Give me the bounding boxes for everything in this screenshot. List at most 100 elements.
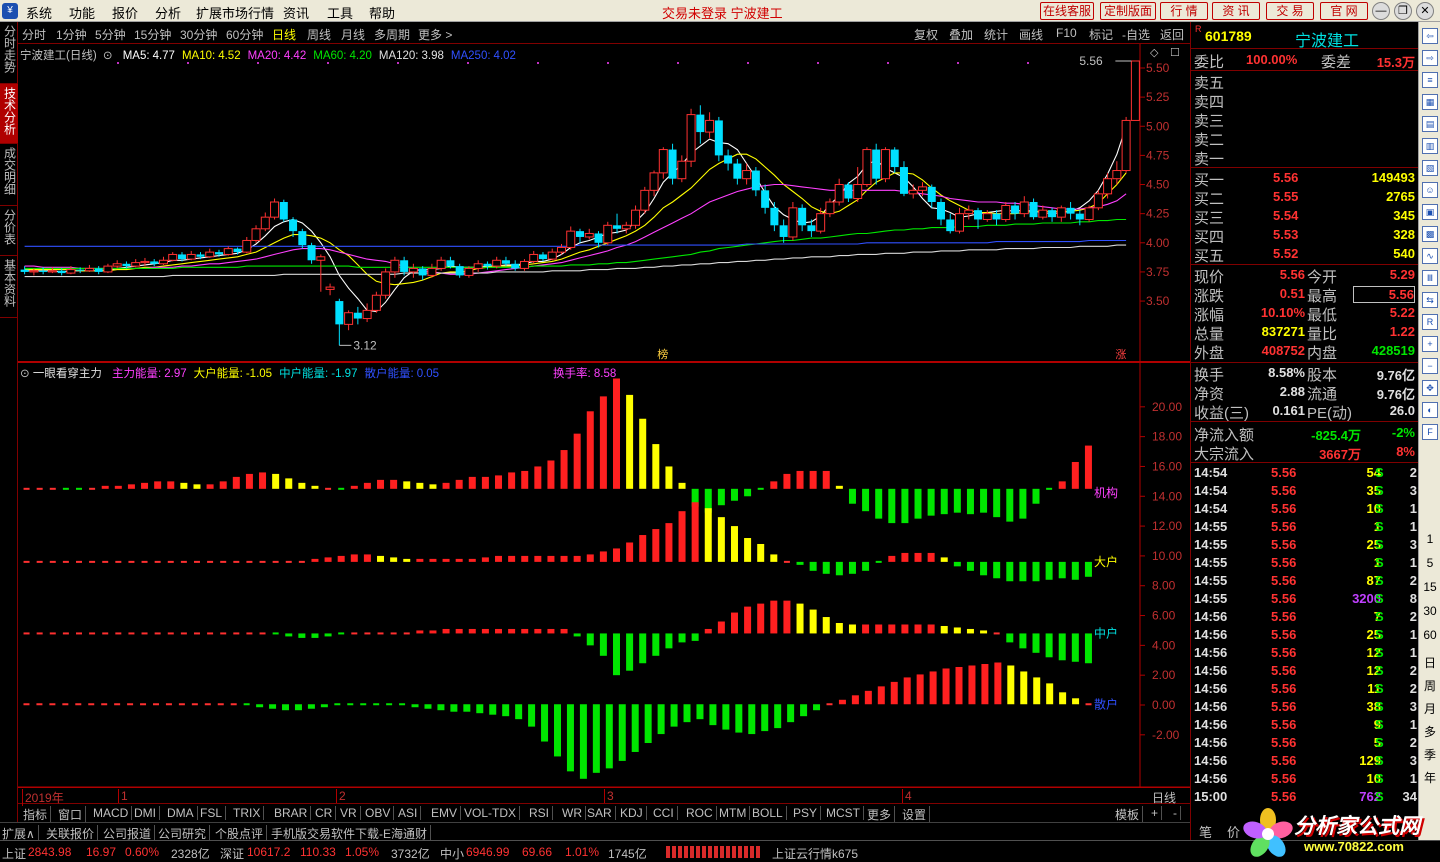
indicator-tab-fsl[interactable]: FSL xyxy=(197,806,227,820)
rsi-icon[interactable]: R xyxy=(1422,314,1438,330)
sz-index-name[interactable]: 深证 xyxy=(220,845,244,862)
indicator-tab-cci[interactable]: CCI xyxy=(650,806,678,820)
indicator-tab-roc[interactable]: ROC xyxy=(683,806,717,820)
kline-icon[interactable]: Ⅲ xyxy=(1422,270,1438,286)
close-icon[interactable]: ✕ xyxy=(1416,2,1434,20)
indicator-tab-dmi[interactable]: DMI xyxy=(131,806,160,820)
period-shortcut-60[interactable]: 60 xyxy=(1419,628,1440,642)
spin-icon[interactable]: ◐ xyxy=(1422,402,1438,418)
period-daily[interactable]: 日线 xyxy=(272,26,296,43)
tool-rights[interactable]: 复权 xyxy=(914,26,938,43)
compare-icon[interactable]: ⇆ xyxy=(1422,292,1438,308)
tick-mode-label[interactable]: 笔 xyxy=(1199,822,1212,841)
grid-icon[interactable]: ▤ xyxy=(1422,116,1438,132)
zoom-out-icon[interactable]: − xyxy=(1422,358,1438,374)
indicator-tab-vol-tdx[interactable]: VOL-TDX xyxy=(461,806,521,820)
news-icon[interactable]: ▧ xyxy=(1422,160,1438,176)
f5-icon[interactable]: ▩ xyxy=(1422,226,1438,242)
menu-tools[interactable]: 工具 xyxy=(327,3,353,22)
calendar-icon[interactable]: ▣ xyxy=(1422,204,1438,220)
period-shortcut-15[interactable]: 15 xyxy=(1419,580,1440,594)
indicator-tab-窗口[interactable]: 窗口 xyxy=(55,806,87,823)
table-icon[interactable]: ▦ xyxy=(1422,94,1438,110)
period-shortcut-text-4[interactable]: 季 xyxy=(1419,746,1440,763)
indicator-tab-wr[interactable]: WR xyxy=(559,806,586,820)
indicator-tab-right-0[interactable]: 模板 xyxy=(1112,806,1144,823)
zoom-in-icon[interactable]: + xyxy=(1422,336,1438,352)
line-icon[interactable]: ∿ xyxy=(1422,248,1438,264)
tab-price-table[interactable]: 分价表 xyxy=(0,206,18,256)
menu-function[interactable]: 功能 xyxy=(69,3,95,22)
kline-collapse-icon[interactable]: ⊙ xyxy=(103,50,113,62)
period-multi[interactable]: 多周期 xyxy=(374,26,410,43)
period-shortcut-text-3[interactable]: 多 xyxy=(1419,723,1440,740)
tab-intraday[interactable]: 分时走势 xyxy=(0,22,18,84)
kline-chart-svg[interactable]: 5.50 5.25 5.00 4.75 4.50 4.25 4.00 3.75 3.50 5.56… xyxy=(18,44,1190,362)
indicator-tab-mtm[interactable]: MTM xyxy=(716,806,751,820)
custom-layout-button[interactable]: 定制版面 xyxy=(1100,2,1156,20)
news-button[interactable]: 资 讯 xyxy=(1212,2,1260,20)
indicator-tab-trix[interactable]: TRIX xyxy=(230,806,265,820)
cloud-quote-text[interactable]: 上证云行情k675 xyxy=(772,845,858,862)
indicator-chart-svg[interactable]: 20.00 18.00 16.00 14.00 12.00 10.00 8.00 6.00 4.… xyxy=(18,362,1190,788)
menu-news[interactable]: 资讯 xyxy=(283,3,309,22)
indicator-tab-kdj[interactable]: KDJ xyxy=(617,806,647,820)
indicator-tab-obv[interactable]: OBV xyxy=(362,806,395,820)
menu-ext-market[interactable]: 扩展市场行情 xyxy=(196,3,274,22)
f6-icon[interactable]: F xyxy=(1422,424,1438,440)
official-site-button[interactable]: 官 网 xyxy=(1320,2,1368,20)
market-button[interactable]: 行 情 xyxy=(1160,2,1208,20)
indicator-tab-emv[interactable]: EMV xyxy=(428,806,462,820)
period-shortcut-text-0[interactable]: 日 xyxy=(1419,654,1440,671)
arrow-left-icon[interactable]: ⇦ xyxy=(1422,28,1438,44)
indicator-chart-panel[interactable]: 20.00 18.00 16.00 14.00 12.00 10.00 8.00 6.00 4.… xyxy=(18,362,1190,788)
tool-f10[interactable]: F10 xyxy=(1056,26,1077,40)
tool-stats[interactable]: 统计 xyxy=(984,26,1008,43)
indicator-tab-mcst[interactable]: MCST xyxy=(823,806,864,820)
restore-icon[interactable]: ❐ xyxy=(1394,2,1412,20)
indicator-tab-指标[interactable]: 指标 xyxy=(20,806,52,823)
period-30min[interactable]: 30分钟 xyxy=(180,26,217,43)
list-icon[interactable]: ≡ xyxy=(1422,72,1438,88)
period-shortcut-5[interactable]: 5 xyxy=(1419,556,1440,570)
period-15min[interactable]: 15分钟 xyxy=(134,26,171,43)
kline-chart-panel[interactable]: 5.50 5.25 5.00 4.75 4.50 4.25 4.00 3.75 3.50 5.56… xyxy=(18,44,1190,362)
person-icon[interactable]: ☺ xyxy=(1422,182,1438,198)
period-shortcut-text-2[interactable]: 月 xyxy=(1419,700,1440,717)
indicator-tab-macd[interactable]: MACD xyxy=(90,806,133,820)
period-1min[interactable]: 1分钟 xyxy=(56,26,87,43)
period-label[interactable]: 日线 xyxy=(1152,789,1176,806)
indicator-tab-vr[interactable]: VR xyxy=(337,806,361,820)
online-service-button[interactable]: 在线客服 xyxy=(1040,2,1094,20)
sh-index-name[interactable]: 上证 xyxy=(2,845,26,862)
tool-draw[interactable]: 画线 xyxy=(1019,26,1043,43)
zx-index-name[interactable]: 中小 xyxy=(440,845,464,862)
indicator-tab-right-2[interactable]: - xyxy=(1170,806,1181,820)
indicator-collapse-icon[interactable]: ⊙ xyxy=(20,368,30,380)
trade-button[interactable]: 交 易 xyxy=(1266,2,1314,20)
indicator-tab-brar[interactable]: BRAR xyxy=(271,806,312,820)
indicator-tab-rsi[interactable]: RSI xyxy=(526,806,554,820)
menu-system[interactable]: 系统 xyxy=(26,3,52,22)
arrow-right-icon[interactable]: ⇨ xyxy=(1422,50,1438,66)
period-shortcut-text-5[interactable]: 年 xyxy=(1419,769,1440,786)
period-intraday[interactable]: 分时 xyxy=(22,26,46,43)
period-shortcut-1[interactable]: 1 xyxy=(1419,532,1440,546)
minimize-icon[interactable]: — xyxy=(1372,2,1390,20)
menu-analysis[interactable]: 分析 xyxy=(155,3,181,22)
period-more[interactable]: 更多 > xyxy=(418,26,452,43)
indicator-tab-psy[interactable]: PSY xyxy=(790,806,822,820)
indicator-tab-更多[interactable]: 更多 xyxy=(864,806,896,823)
indicator-tab-sar[interactable]: SAR xyxy=(584,806,616,820)
indicator-tab-asi[interactable]: ASI xyxy=(395,806,422,820)
period-shortcut-text-1[interactable]: 周 xyxy=(1419,677,1440,694)
period-shortcut-30[interactable]: 30 xyxy=(1419,604,1440,618)
indicator-tab-boll[interactable]: BOLL xyxy=(749,806,787,820)
tool-watchlist[interactable]: -自选 xyxy=(1122,26,1150,43)
tool-mark[interactable]: 标记 xyxy=(1089,26,1113,43)
tab-trade-detail[interactable]: 成交明细 xyxy=(0,144,18,206)
period-monthly[interactable]: 月线 xyxy=(341,26,365,43)
tab-fundamentals[interactable]: 基本资料 xyxy=(0,256,18,318)
indicator-tab-cr[interactable]: CR xyxy=(312,806,337,820)
tool-overlay[interactable]: 叠加 xyxy=(949,26,973,43)
